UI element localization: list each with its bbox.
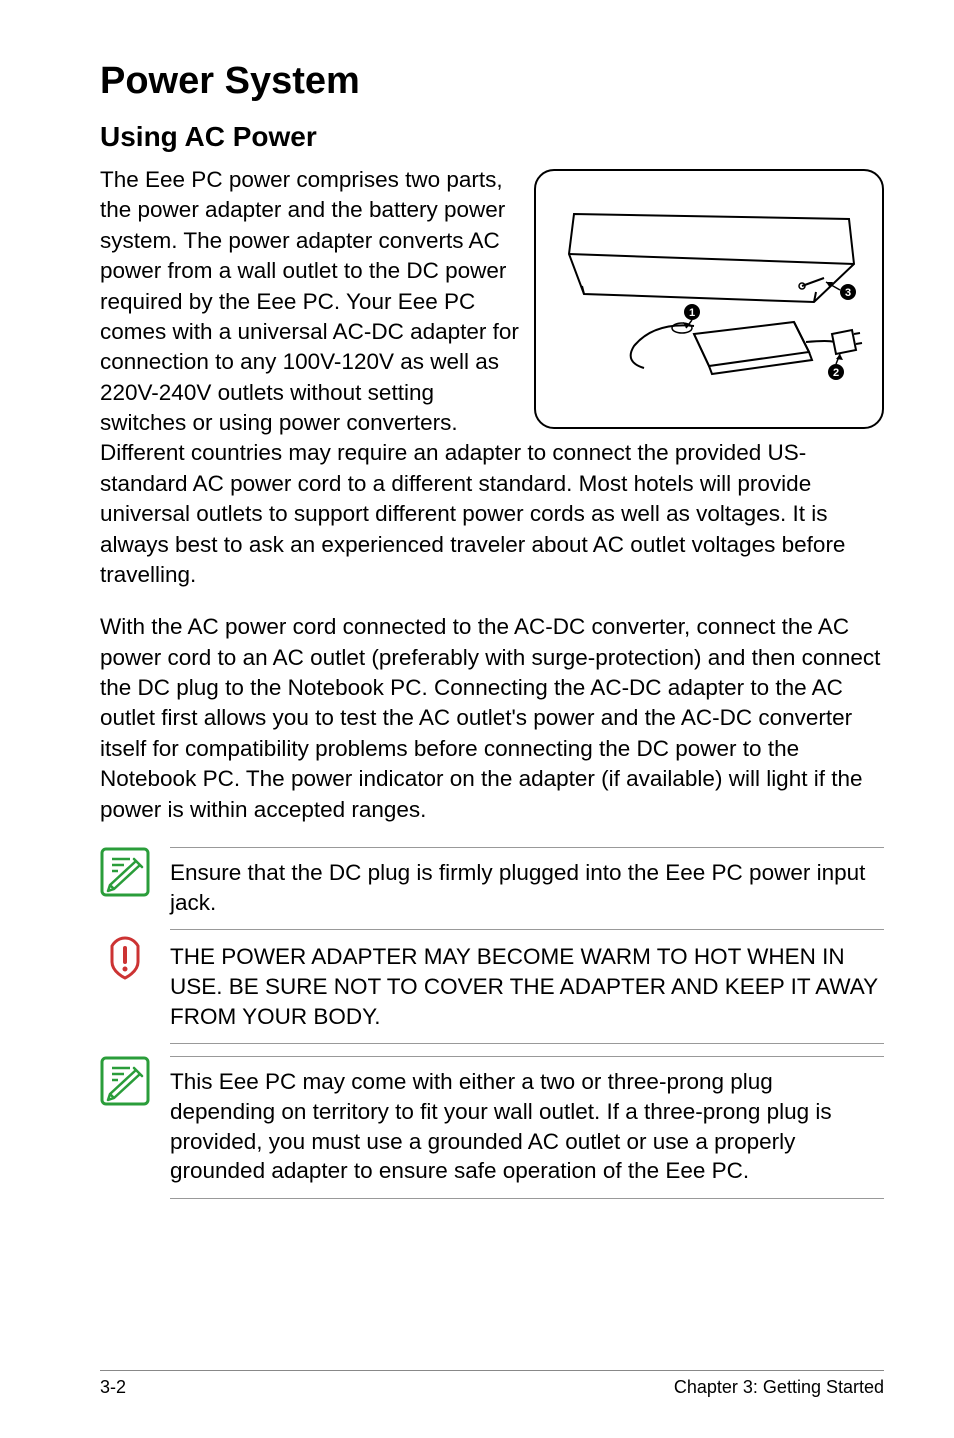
note-row-2: THE POWER ADAPTER MAY BECOME WARM TO HOT… [100, 932, 884, 1044]
callout-1: 1 [689, 307, 695, 319]
page-title: Power System [100, 60, 884, 103]
adapter-svg: 1 2 3 [554, 194, 864, 404]
page-number: 3-2 [100, 1377, 126, 1398]
intro-paragraph-2: With the AC power cord connected to the … [100, 612, 884, 825]
note-text-3: This Eee PC may come with either a two o… [170, 1056, 884, 1199]
note-row-1: Ensure that the DC plug is firmly plugge… [100, 847, 884, 930]
callout-3: 3 [845, 287, 851, 299]
chapter-label: Chapter 3: Getting Started [674, 1377, 884, 1398]
note-icon [100, 847, 150, 902]
section-subtitle: Using AC Power [100, 121, 884, 153]
note-icon [100, 1056, 150, 1111]
callout-2: 2 [833, 367, 839, 379]
warning-icon [100, 932, 150, 987]
note-text-2: THE POWER ADAPTER MAY BECOME WARM TO HOT… [170, 932, 884, 1044]
power-adapter-diagram: 1 2 3 [534, 169, 884, 429]
note-text-1: Ensure that the DC plug is firmly plugge… [170, 847, 884, 930]
page-footer: 3-2 Chapter 3: Getting Started [100, 1370, 884, 1398]
note-row-3: This Eee PC may come with either a two o… [100, 1056, 884, 1199]
